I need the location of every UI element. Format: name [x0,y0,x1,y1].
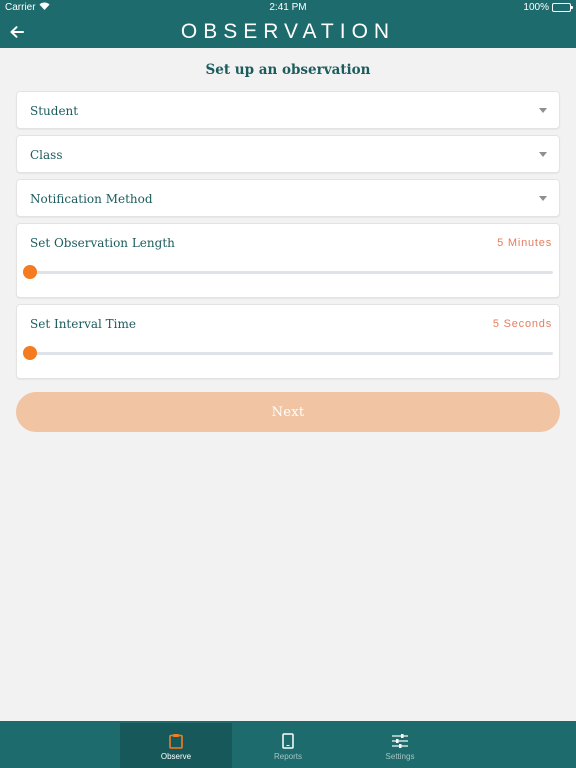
clipboard-icon [169,732,183,750]
tab-settings[interactable]: Settings [344,723,456,768]
student-select-label: Student [30,104,79,118]
sliders-icon [391,732,409,750]
observation-length-card: Set Observation Length 5 Minutes [16,223,560,298]
tab-observe-label: Observe [160,752,192,761]
interval-time-card: Set Interval Time 5 Seconds [16,304,560,379]
tab-reports-label: Reports [273,752,302,761]
battery-icon [552,3,573,12]
section-heading: Set up an observation [205,62,371,78]
page-title: OBSERVATION [180,20,396,43]
tablet-icon [282,732,294,750]
interval-time-label: Set Interval Time [30,317,136,331]
class-select-label: Class [30,148,63,162]
battery-percent: 100% [523,2,549,13]
notification-method-label: Notification Method [30,192,153,206]
tab-settings-label: Settings [385,752,415,761]
observation-length-slider-thumb[interactable] [23,265,37,279]
interval-time-slider[interactable] [23,346,553,360]
interval-time-value: 5 Seconds [492,318,552,330]
nav-bar: OBSERVATION [0,16,576,48]
chevron-down-icon [539,152,547,157]
tab-observe[interactable]: Observe [120,723,232,768]
interval-time-slider-thumb[interactable] [23,346,37,360]
status-time: 2:41 PM [269,2,307,13]
student-select[interactable]: Student [16,91,560,129]
observation-length-value: 5 Minutes [497,237,552,249]
class-select[interactable]: Class [16,135,560,173]
tab-reports[interactable]: Reports [232,723,344,768]
chevron-down-icon [539,108,547,113]
chevron-down-icon [539,196,547,201]
battery-info: 100% [523,2,573,13]
notification-method-select[interactable]: Notification Method [16,179,560,217]
tab-bar: Observe Reports Settings [0,721,576,768]
observation-length-label: Set Observation Length [30,236,175,250]
next-button[interactable]: Next [16,392,560,432]
status-bar: Carrier 2:41 PM 100% [0,0,576,16]
observation-length-slider[interactable] [23,265,553,279]
